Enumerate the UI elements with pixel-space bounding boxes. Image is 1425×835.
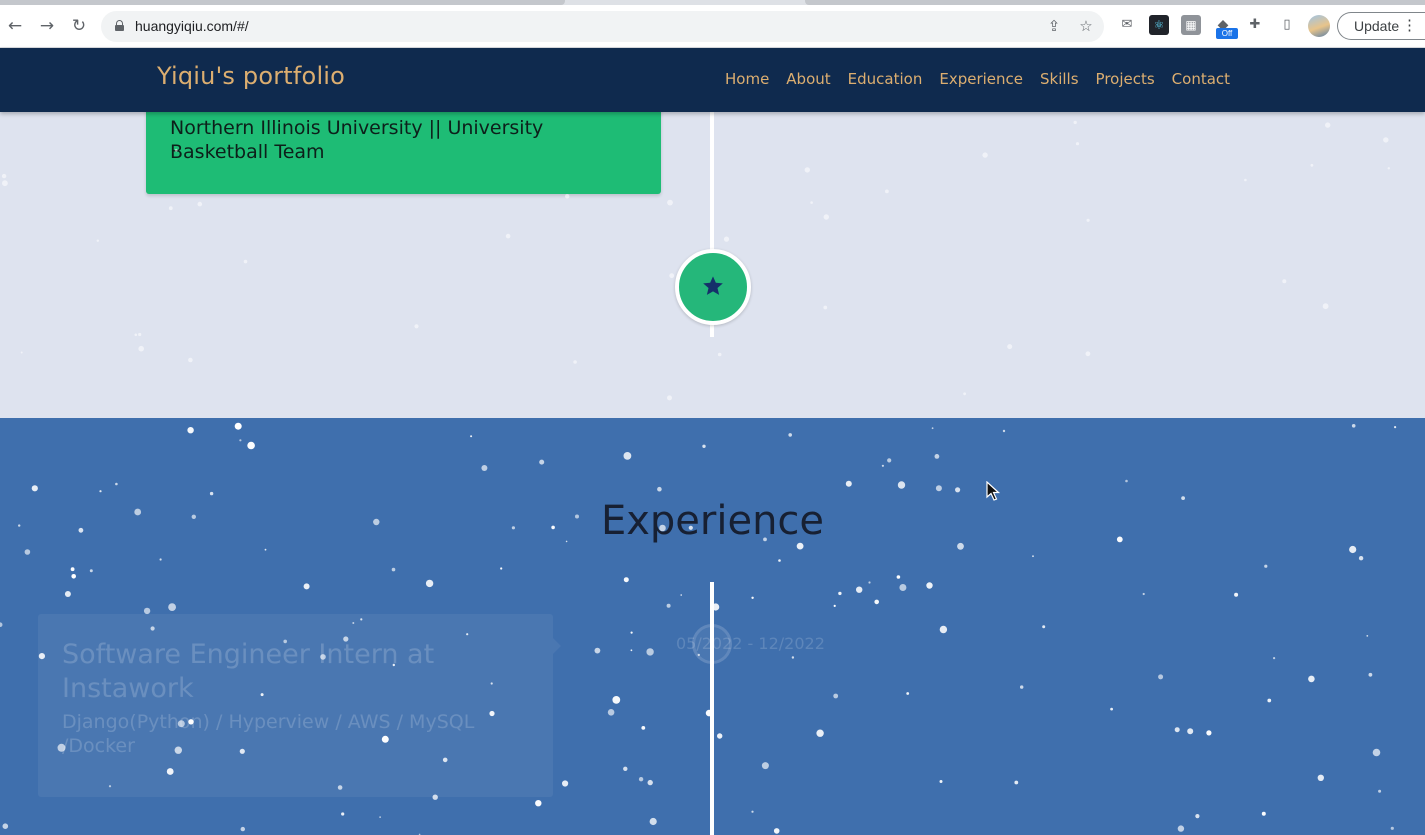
experience-card: Software Engineer Intern at Instawork Dj… (38, 614, 561, 797)
forward-icon[interactable]: → (37, 16, 57, 36)
menu-kebab-icon[interactable]: ⋮ (1402, 13, 1417, 39)
education-card: Northern Illinois University || Universi… (146, 112, 661, 194)
nav-experience[interactable]: Experience (939, 70, 1023, 88)
puzzle-extensions-icon[interactable]: ✚ (1245, 15, 1265, 35)
timeline-end-node (675, 249, 751, 325)
site-brand[interactable]: Yiqiu's portfolio (157, 62, 345, 90)
education-card-text: Northern Illinois University || Universi… (170, 117, 544, 163)
side-panel-icon[interactable]: ▯ (1277, 15, 1297, 35)
star-icon (703, 276, 723, 295)
browser-toolbar: ← → ↻ huangyiqiu.com/#/ ⇪ ☆ ✉ ⚛ ▦ ◆ Off … (0, 0, 1425, 48)
nav-education[interactable]: Education (848, 70, 923, 88)
share-icon[interactable]: ⇪ (1045, 17, 1063, 35)
extension-off-badge: Off (1216, 28, 1238, 39)
reload-icon[interactable]: ↻ (69, 16, 89, 36)
update-button[interactable]: Update ⋮ (1337, 12, 1425, 40)
url-text[interactable]: huangyiqiu.com/#/ (135, 18, 249, 34)
update-label: Update (1354, 18, 1400, 34)
mail-extension-icon[interactable]: ✉ (1117, 15, 1137, 35)
bookmark-star-icon[interactable]: ☆ (1077, 17, 1095, 35)
section-title: Experience (600, 498, 825, 544)
job-tech-stack: Django(Python) / Hyperview / AWS / MySQL… (62, 711, 475, 757)
timeline-line (710, 582, 714, 835)
nav-projects[interactable]: Projects (1096, 70, 1155, 88)
site-header: Yiqiu's portfolio Home About Education E… (0, 48, 1425, 112)
main-nav: Home About Education Experience Skills P… (725, 70, 1247, 88)
extension-icon[interactable]: ▦ (1181, 15, 1201, 35)
experience-section: Experience Software Engineer Intern at I… (0, 418, 1425, 835)
job-date: 05/2022 - 12/2022 (676, 634, 825, 653)
tab-strip (0, 0, 1425, 5)
job-title: Software Engineer Intern at Instawork (62, 639, 435, 704)
education-section: Northern Illinois University || Universi… (0, 112, 1425, 418)
back-icon[interactable]: ← (5, 16, 25, 36)
mouse-cursor-icon (986, 481, 1000, 501)
profile-avatar[interactable] (1308, 15, 1330, 37)
address-bar[interactable]: huangyiqiu.com/#/ ⇪ ☆ (101, 11, 1104, 42)
nav-home[interactable]: Home (725, 70, 769, 88)
nav-about[interactable]: About (786, 70, 830, 88)
react-devtools-icon[interactable]: ⚛ (1149, 15, 1169, 35)
lock-icon (115, 20, 124, 31)
nav-skills[interactable]: Skills (1040, 70, 1079, 88)
nav-contact[interactable]: Contact (1172, 70, 1230, 88)
